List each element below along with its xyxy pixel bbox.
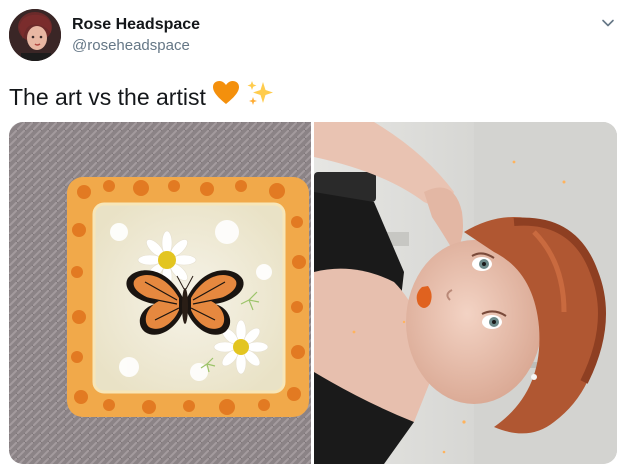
tweet-text: The art vs the artist — [9, 79, 276, 114]
orange-heart-icon — [212, 80, 240, 113]
chevron-down-icon[interactable] — [598, 13, 618, 33]
media-grid — [9, 122, 617, 464]
tweet-text-content: The art vs the artist — [9, 83, 206, 110]
avatar[interactable] — [9, 9, 61, 61]
tweet-card: Rose Headspace @roseheadspace The art vs… — [0, 0, 635, 471]
sparkles-icon — [246, 79, 276, 114]
media-image-left[interactable] — [9, 122, 311, 464]
user-handle[interactable]: @roseheadspace — [72, 36, 190, 56]
media-image-right[interactable] — [314, 122, 617, 464]
display-name[interactable]: Rose Headspace — [72, 15, 200, 35]
